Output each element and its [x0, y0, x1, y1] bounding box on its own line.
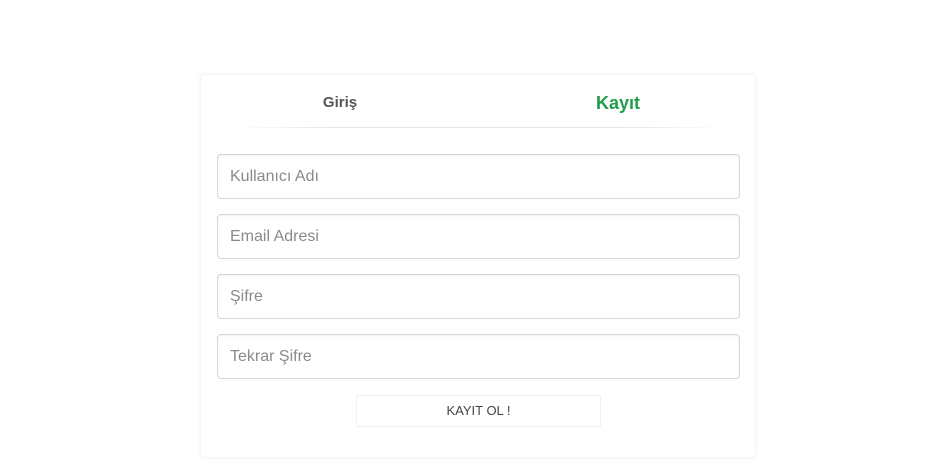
- password-repeat-input[interactable]: [217, 334, 740, 379]
- register-button[interactable]: KAYIT OL !: [356, 395, 601, 427]
- auth-tabs: Giriş Kayıt: [201, 75, 757, 128]
- username-input[interactable]: [217, 154, 740, 199]
- tab-login[interactable]: Giriş: [201, 75, 479, 128]
- password-input[interactable]: [217, 274, 740, 319]
- register-card: Giriş Kayıt KAYIT OL !: [200, 74, 756, 458]
- tab-register[interactable]: Kayıt: [479, 75, 757, 128]
- tab-divider: [231, 127, 727, 128]
- email-input[interactable]: [217, 214, 740, 259]
